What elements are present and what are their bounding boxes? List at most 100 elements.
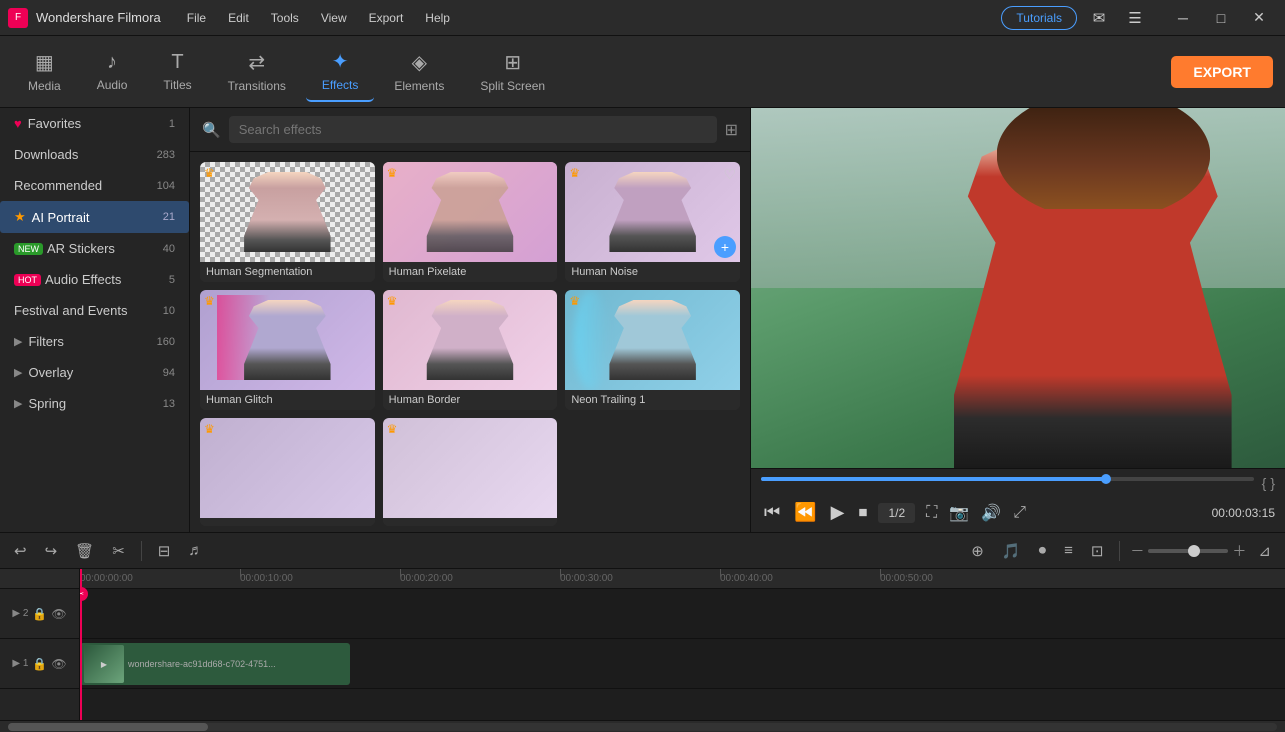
toolbar-titles[interactable]: T Titles [147, 43, 207, 100]
toolbar-split-screen[interactable]: ⊞ Split Screen [464, 42, 561, 101]
sidebar-item-ai-portrait[interactable]: ★ AI Portrait 21 [0, 201, 189, 233]
audio-detach-button[interactable]: ♬ [182, 539, 209, 562]
eye-icon-1[interactable]: 👁 [51, 657, 66, 671]
clip-thumbnail: ▶ [84, 645, 124, 683]
track-clip-1[interactable]: ▶ wondershare-ac91dd68-c702-4751... [80, 643, 350, 685]
cut-button[interactable]: ✂ [106, 539, 131, 563]
grid-view-icon[interactable]: ⊞ [725, 120, 738, 140]
toolbar-media[interactable]: ▦ Media [12, 42, 77, 101]
sidebar-item-festival-events[interactable]: Festival and Events 10 [0, 295, 189, 326]
settings-button[interactable]: ⤢ [1010, 501, 1029, 525]
sidebar-item-audio-effects[interactable]: HOT Audio Effects 5 [0, 264, 189, 295]
menu-bar: File Edit Tools View Export Help [177, 7, 460, 29]
bracket-right-icon: } [1270, 475, 1275, 491]
sidebar-downloads-count: 283 [157, 149, 175, 161]
play-button[interactable]: ▶ [828, 499, 848, 526]
eye-icon-2[interactable]: 👁 [51, 607, 66, 621]
preview-progress-handle[interactable] [1101, 474, 1111, 484]
delete-button[interactable]: 🗑 [69, 539, 100, 563]
effect-card-human-noise[interactable]: ♛ ♡ + Human Noise [565, 162, 740, 282]
menu-export[interactable]: Export [359, 7, 414, 29]
fit-timeline-button[interactable]: ⊿ [1252, 539, 1277, 563]
undo-button[interactable]: ↩ [8, 539, 33, 563]
effect-card-human-pixelate[interactable]: ♛ Human Pixelate [383, 162, 558, 282]
title-bar-right: Tutorials ✉ ☰ ─ □ ✕ [1001, 4, 1277, 32]
sidebar-favorites-label: Favorites [28, 116, 169, 131]
minimize-button[interactable]: ─ [1165, 4, 1201, 32]
effects-panel: 🔍 ⊞ ♛ Human Segmentation [190, 108, 750, 532]
tutorials-button[interactable]: Tutorials [1001, 6, 1077, 30]
zoom-handle[interactable] [1188, 545, 1200, 557]
sidebar-recommended-count: 104 [157, 180, 175, 192]
sidebar-item-spring[interactable]: ▶ Spring 13 [0, 388, 189, 419]
export-button[interactable]: EXPORT [1171, 56, 1273, 88]
stop-button[interactable]: ⏹ [855, 499, 870, 526]
ruler-mark-0: 00:00:00:00 [80, 569, 133, 588]
effect-card-human-glitch[interactable]: ♛ Human Glitch [200, 290, 375, 410]
timeline-tracks-right[interactable]: 00:00:00:00 00:00:10:00 00:00:20:00 00:0… [80, 569, 1285, 720]
fullscreen-button[interactable]: ⛶ [923, 501, 940, 525]
close-button[interactable]: ✕ [1241, 4, 1277, 32]
snapshot-button[interactable]: 📷 [946, 500, 972, 526]
volume-button[interactable]: 🔊 [978, 500, 1004, 526]
titles-label: Titles [163, 78, 191, 92]
subtitle-icon[interactable]: ≡ [1058, 539, 1079, 562]
effect-card-human-border[interactable]: ♛ Human Border [383, 290, 558, 410]
lock-icon-1[interactable]: 🔒 [32, 657, 47, 671]
step-back-button[interactable]: ⏪ [791, 499, 819, 526]
scrollbar-thumb[interactable] [8, 723, 208, 731]
toolbar-effects[interactable]: ✦ Effects [306, 41, 374, 102]
track-1-label: ▶ 1 [12, 658, 28, 669]
audio-icon[interactable]: 🎵 [996, 539, 1027, 563]
snap-icon[interactable]: ⊕ [965, 539, 990, 563]
elements-label: Elements [394, 79, 444, 93]
sidebar-item-downloads[interactable]: Downloads 283 [0, 139, 189, 170]
settings-icon[interactable]: ☰ [1121, 4, 1149, 32]
menu-help[interactable]: Help [415, 7, 460, 29]
zoom-in-icon[interactable]: ＋ [1232, 541, 1246, 561]
effect-card-human-seg[interactable]: ♛ Human Segmentation [200, 162, 375, 282]
sidebar-item-filters[interactable]: ▶ Filters 160 [0, 326, 189, 357]
menu-edit[interactable]: Edit [218, 7, 259, 29]
toolbar-transitions[interactable]: ⇄ Transitions [212, 42, 302, 101]
caption-icon[interactable]: ⊡ [1085, 539, 1110, 563]
scrollbar-track[interactable] [8, 723, 1277, 731]
timeline-scrollbar[interactable] [0, 720, 1285, 732]
menu-file[interactable]: File [177, 7, 216, 29]
ruler-mark-20: 00:00:20:00 [400, 569, 453, 588]
ruler-mark-40: 00:00:40:00 [720, 569, 773, 588]
chevron-right-icon: ▶ [14, 335, 22, 348]
toolbar-elements[interactable]: ◈ Elements [378, 42, 460, 101]
sidebar-item-recommended[interactable]: Recommended 104 [0, 170, 189, 201]
track-2-lane[interactable] [80, 589, 1285, 639]
rewind-button[interactable]: ⏮ [761, 499, 783, 526]
effect-label-human-pixelate: Human Pixelate [383, 262, 558, 282]
effect-card-neon-trailing[interactable]: ♛ Neon Trailing 1 [565, 290, 740, 410]
zoom-out-icon[interactable]: － [1130, 541, 1144, 561]
zoom-slider[interactable] [1148, 549, 1228, 553]
split-button[interactable]: ⊟ [152, 539, 177, 563]
sidebar-favorites-count: 1 [169, 118, 175, 130]
heart-icon-3[interactable]: ♡ [723, 166, 736, 183]
maximize-button[interactable]: □ [1203, 4, 1239, 32]
track-1-lane[interactable]: ▶ wondershare-ac91dd68-c702-4751... [80, 639, 1285, 689]
sidebar-item-favorites[interactable]: ♥ Favorites 1 [0, 108, 189, 139]
crown-icon-5: ♛ [387, 294, 398, 308]
toolbar-audio[interactable]: ♪ Audio [81, 43, 144, 100]
redo-button[interactable]: ↪ [39, 539, 64, 563]
sidebar-item-overlay[interactable]: ▶ Overlay 94 [0, 357, 189, 388]
timeline-area: ↩ ↪ 🗑 ✂ ⊟ ♬ ⊕ 🎵 ⏺ ≡ ⊡ － ＋ ⊿ [0, 532, 1285, 732]
lock-icon-2[interactable]: 🔒 [32, 607, 47, 621]
effect-card-partial2[interactable]: ♛ [383, 418, 558, 526]
effects-search-input[interactable] [229, 116, 717, 143]
sidebar-downloads-label: Downloads [14, 147, 157, 162]
notification-icon[interactable]: ✉ [1085, 4, 1113, 32]
menu-tools[interactable]: Tools [261, 7, 309, 29]
sidebar-item-ar-stickers[interactable]: NEW AR Stickers 40 [0, 233, 189, 264]
menu-view[interactable]: View [311, 7, 357, 29]
effect-label-partial1 [200, 518, 375, 526]
preview-progress-bar[interactable] [761, 477, 1254, 481]
effect-card-partial1[interactable]: ♛ [200, 418, 375, 526]
add-effect-button-3[interactable]: + [714, 236, 736, 258]
record-icon[interactable]: ⏺ [1033, 539, 1053, 562]
